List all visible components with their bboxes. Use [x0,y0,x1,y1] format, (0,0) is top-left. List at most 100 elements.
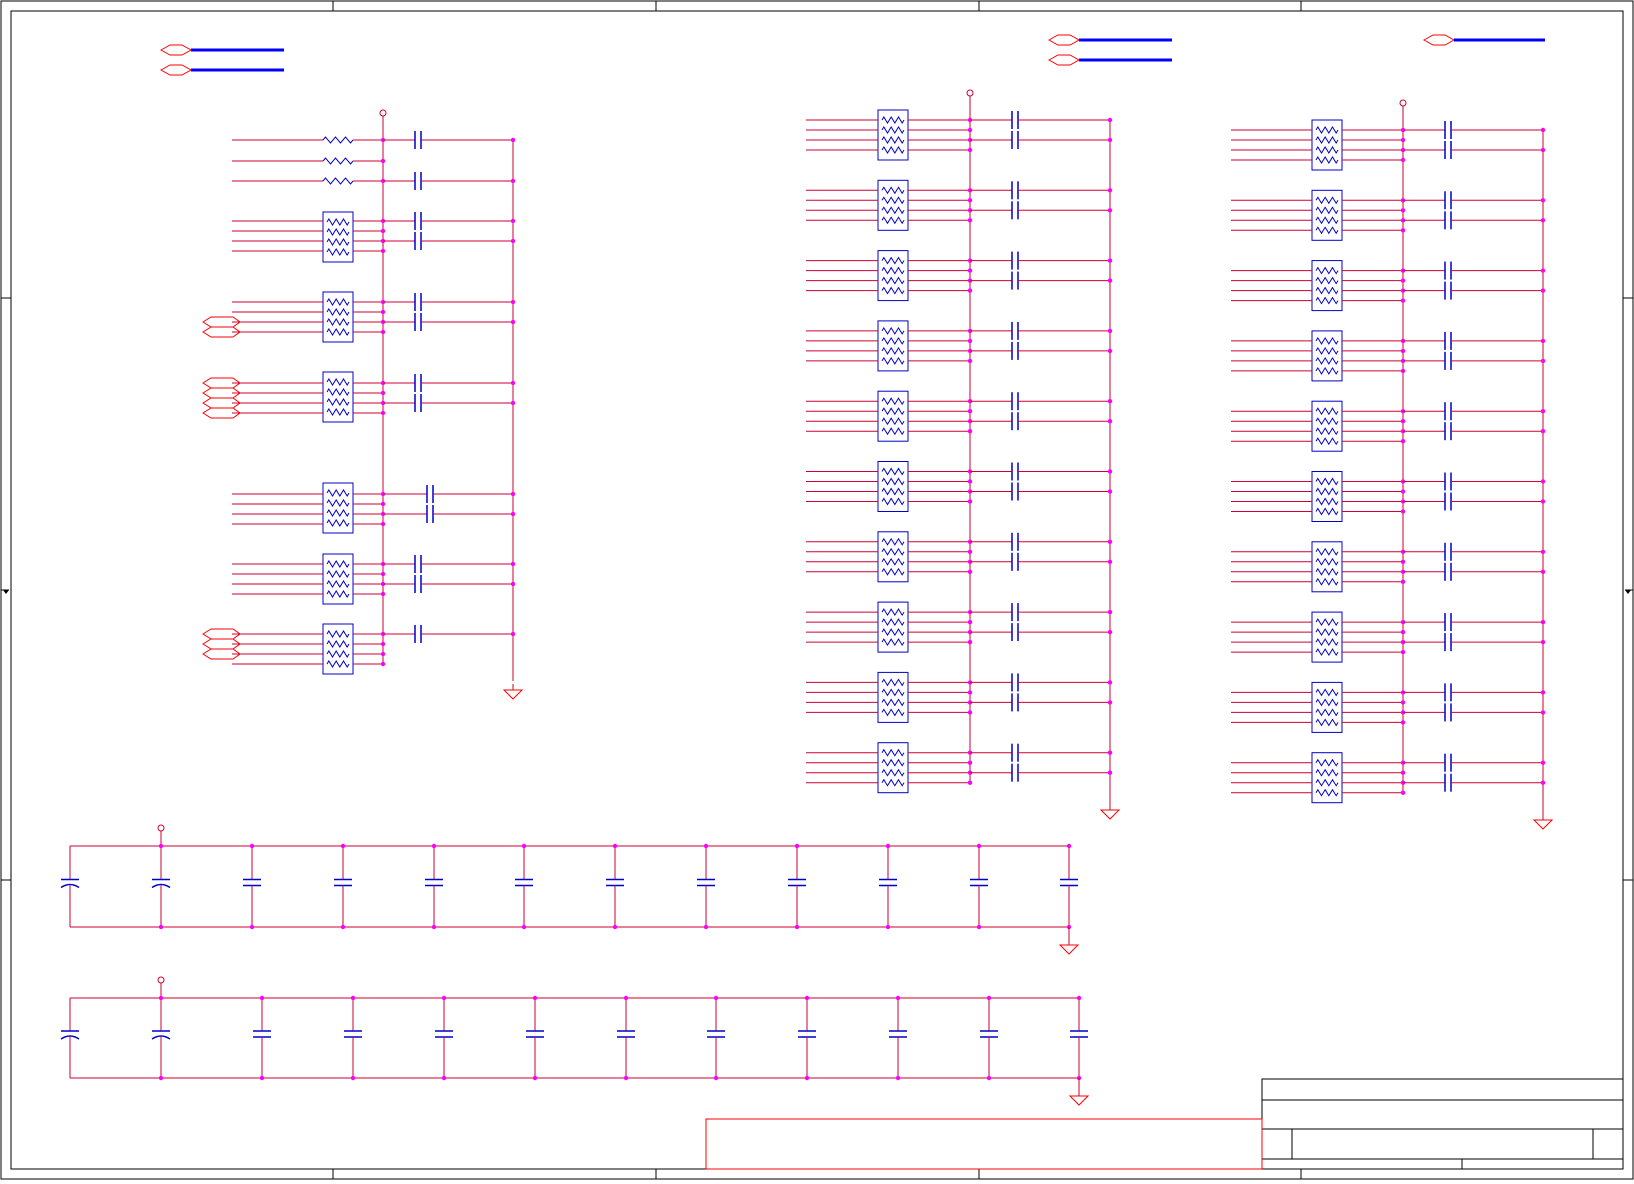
resistor-element [881,678,905,687]
junction-dot [350,1075,356,1081]
ground-symbol [1058,944,1080,955]
junction-dot [1400,509,1406,514]
junction-dot [1107,188,1113,193]
junction-dot [1107,609,1113,615]
junction-dot [1107,489,1113,494]
junction-dot [1076,995,1082,1001]
junction-dot [431,843,437,849]
resistor-element [1315,758,1339,767]
junction-dot [1066,843,1072,849]
junction-dot [1400,700,1406,705]
resistor-element [1315,698,1339,707]
resistor-array [322,482,354,534]
resistor-element [881,708,905,717]
junction-dot [1107,700,1113,705]
junction-dot [158,843,164,849]
junction-dot [885,843,891,849]
junction-dot [510,491,516,497]
junction-dot [623,995,629,1001]
junction-dot [1400,137,1406,143]
resistor-element [326,590,350,598]
junction-dot [431,924,437,930]
junction-dot [1400,489,1406,494]
junction-dot [967,288,973,293]
resistor-element [1315,366,1339,375]
net-label-left-2 [159,64,284,76]
junction-dot [510,218,516,224]
junction-dot [1400,208,1406,213]
junction-dot [510,561,516,567]
resistor-element [881,266,905,275]
resistor-element [326,318,350,326]
resistor-element [326,378,350,386]
junction-dot [1400,419,1406,424]
junction-dot [612,924,618,930]
junction-dot [1400,298,1406,303]
resistor-element [1315,136,1339,144]
resistor-element [326,560,350,568]
junction-dot [1540,499,1546,504]
resistor-element [881,567,905,576]
junction-dot [612,843,618,849]
resistor-element [881,336,905,345]
junction-dot [510,400,516,406]
resistor-element [881,618,905,627]
junction-dot [1107,469,1113,474]
junction-dot [967,549,973,554]
resistor-element [881,698,905,707]
junction-dot [1540,710,1546,715]
resistor-element [1315,618,1339,627]
resistor-element [1315,648,1339,657]
junction-dot [380,390,386,396]
right-decoupling-network [1231,99,1554,830]
junction-dot [967,569,973,574]
junction-dot [380,521,386,527]
junction-dot [380,228,386,234]
resistor-element [326,218,350,226]
junction-dot [1400,559,1406,564]
resistor-element [881,286,905,295]
resistor-element [1315,146,1339,154]
resistor-element [326,580,350,588]
resistor-element [881,537,905,546]
net-label-right-1 [1422,34,1545,46]
junction-dot [380,591,386,597]
resistor-element [326,228,350,236]
junction-dot [1400,649,1406,655]
resistor-element [1315,547,1339,556]
resistor-array [877,320,909,372]
resistor-array [1311,260,1343,312]
junction-dot [380,158,386,164]
junction-dot [380,309,386,315]
power-port [966,89,974,97]
resistor-element [1315,286,1339,295]
junction-dot [510,238,516,244]
resistor-element [1315,346,1339,355]
resistor-element [326,499,350,507]
resistor-array [877,250,909,302]
resistor-element [1315,497,1339,506]
resistor-element [1315,356,1339,365]
resistor-element [881,397,905,406]
junction-dot [1400,439,1406,444]
resistor-array [1311,541,1343,593]
junction-dot [380,571,386,577]
junction-dot [1540,780,1546,785]
junction-dot [967,409,973,414]
net-label-mid-1 [1047,34,1172,46]
junction-dot [1400,629,1406,635]
junction-dot [510,581,516,587]
power-port [379,109,387,117]
resistor-element [1315,196,1339,205]
resistor-element [322,157,354,165]
resistor-element [1315,226,1339,235]
junction-dot [1107,750,1113,755]
junction-dot [532,995,538,1001]
junction-dot [380,248,386,254]
resistor-element [326,660,350,668]
left-decoupling-network [202,109,524,700]
junction-dot [1540,127,1546,133]
resistor-element [1315,156,1339,164]
junction-dot [986,1075,992,1081]
resistor-array [877,461,909,512]
